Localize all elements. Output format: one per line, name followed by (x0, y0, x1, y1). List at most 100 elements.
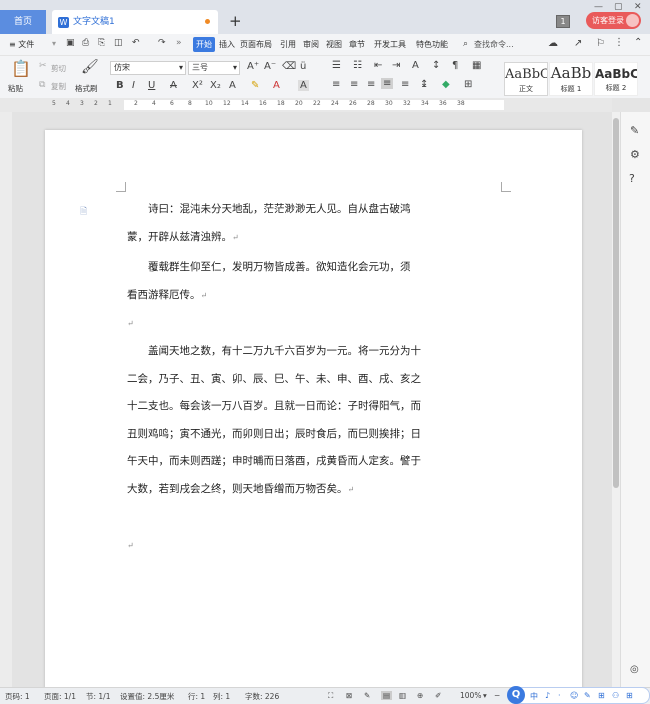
read-mode-icon[interactable]: ✐ (435, 691, 441, 700)
export-icon[interactable]: ⎙ (82, 38, 89, 48)
page-count[interactable]: 页面: 1/1 (44, 691, 76, 702)
increase-indent-icon[interactable]: ⇥ (392, 60, 400, 71)
page-number[interactable]: 页码: 1 (5, 691, 30, 702)
format-painter-label[interactable]: 格式刷 (75, 83, 98, 94)
italic-icon[interactable]: I (132, 80, 135, 91)
document-area[interactable]: 🗎 诗曰：混沌未分天地乱，茫茫渺渺无人见。自从盘古破鸿蒙，开辟从兹清浊辨。↵ 覆… (12, 112, 612, 687)
paragraph-5[interactable]: ↵ (127, 532, 419, 560)
paragraph-3[interactable]: ↵ (127, 310, 419, 338)
chinese-layout-icon[interactable]: A (412, 60, 419, 71)
cut-button-label[interactable]: 剪切 (51, 63, 66, 74)
ime-chinese-mode[interactable]: 中 (530, 691, 538, 702)
tab-document[interactable]: W 文字文稿1 (52, 10, 218, 34)
ime-emoji-icon[interactable]: ☺ (570, 691, 578, 700)
strikethrough-icon[interactable]: A (170, 80, 177, 91)
collapse-icon[interactable]: ⌃ (634, 37, 642, 48)
menu-chevron-icon[interactable]: ▾ (52, 39, 56, 48)
font-family-select[interactable]: 仿宋 ▾ (110, 61, 186, 75)
ime-tools-icon[interactable]: ⊞ (626, 691, 633, 700)
bullet-list-icon[interactable]: ☰ (332, 60, 341, 71)
paste-icon[interactable]: 📋 (11, 59, 31, 78)
globe-icon[interactable]: ⊕ (417, 691, 423, 700)
ime-keyboard-icon[interactable]: ⊞ (598, 691, 605, 700)
zoom-dropdown-icon[interactable]: ▾ (483, 691, 487, 700)
page-view-icon[interactable]: ▤ (381, 691, 393, 700)
menu-start[interactable]: 开始 (193, 37, 215, 52)
paragraph-1[interactable]: 诗曰：混沌未分天地乱，茫茫渺渺无人见。自从盘古破鸿蒙，开辟从兹清浊辨。↵ (127, 196, 419, 251)
web-layout-icon[interactable]: ⊠ (346, 691, 352, 700)
adjust-icon[interactable]: ⚙ (630, 148, 640, 161)
section-count[interactable]: 节: 1/1 (86, 691, 110, 702)
format-painter-icon[interactable]: 🖌 (81, 59, 99, 75)
menu-file[interactable]: ≡ 文件 (9, 39, 34, 50)
menu-review[interactable]: 审阅 (303, 39, 319, 50)
zoom-level[interactable]: 100% (460, 691, 481, 700)
font-size-select[interactable]: 三号 ▾ (188, 61, 240, 75)
horizontal-ruler[interactable]: 5 4 3 2 1 2 4 6 8 10 12 14 16 18 20 22 2… (0, 98, 612, 112)
style-heading-2[interactable]: AaBbC 标题 2 (594, 62, 638, 96)
superscript-icon[interactable]: X² (192, 80, 203, 91)
distribute-icon[interactable]: ≡ (401, 79, 409, 90)
justify-icon[interactable]: ≡ (381, 78, 394, 89)
font-color-icon[interactable]: A (273, 80, 280, 91)
ime-moon-icon[interactable]: ♪ (545, 691, 550, 700)
subscript-icon[interactable]: X₂ (210, 80, 221, 91)
highlight-icon[interactable]: ✎ (251, 80, 259, 91)
guest-login-button[interactable]: 访客登录 (586, 12, 641, 29)
menu-developer[interactable]: 开发工具 (374, 39, 406, 50)
text-effect-icon[interactable]: A (229, 80, 236, 91)
help-icon[interactable]: ? (629, 172, 635, 185)
edit-pen-icon[interactable]: ✎ (630, 124, 639, 137)
borders-icon[interactable]: ⊞ (464, 79, 472, 90)
cut-icon[interactable]: ✂ (39, 61, 47, 71)
border-icon[interactable]: ▦ (472, 60, 481, 71)
collab-icon[interactable]: ⚐ (596, 38, 605, 49)
redo-icon[interactable]: ↷ (158, 38, 166, 48)
decrease-indent-icon[interactable]: ⇤ (374, 60, 382, 71)
shrink-font-icon[interactable]: A⁻ (264, 61, 276, 72)
ime-toolbar[interactable]: Q 中 ♪ · ☺ ✎ ⊞ ⚇ ⊞ (507, 686, 650, 704)
word-count[interactable]: 字数: 226 (245, 691, 279, 702)
copy-icon[interactable]: ⧉ (39, 80, 45, 90)
paste-button-label[interactable]: 粘贴 (8, 83, 23, 94)
show-marks-icon[interactable]: ¶ (452, 60, 458, 71)
sort-icon[interactable]: ↕ (432, 60, 440, 71)
paragraph-icon[interactable]: 🗎 (80, 204, 87, 220)
save-icon[interactable]: ▣ (66, 38, 75, 48)
ime-skin-icon[interactable]: ⚇ (612, 691, 619, 700)
align-right-icon[interactable]: ≡ (367, 79, 375, 90)
copy-button-label[interactable]: 复制 (51, 81, 66, 92)
underline-icon[interactable]: U (148, 80, 155, 91)
search-icon[interactable]: ⌕ (463, 39, 468, 49)
menu-special[interactable]: 特色功能 (416, 39, 448, 50)
menu-insert[interactable]: 插入 (219, 39, 235, 50)
paragraph-4[interactable]: 盖闻天地之数，有十二万九千六百岁为一元。将一元分为十二会，乃子、丑、寅、卯、辰、… (127, 338, 423, 503)
zoom-out-icon[interactable]: − (494, 691, 500, 700)
paragraph-2[interactable]: 覆载群生仰至仁，发明万物皆成善。欲知造化会元功，须看西游释厄传。↵ (127, 254, 419, 309)
new-tab-button[interactable]: + (229, 12, 242, 30)
align-center-icon[interactable]: ≡ (350, 79, 358, 90)
close-button[interactable]: ✕ (634, 2, 642, 12)
shading-icon[interactable]: ◆ (442, 79, 450, 90)
align-left-icon[interactable]: ≡ (332, 79, 340, 90)
fullscreen-icon[interactable]: ⛶ (328, 691, 333, 701)
undo-icon[interactable]: ↶ (132, 38, 140, 48)
vertical-scrollbar[interactable] (612, 112, 620, 687)
window-count-badge[interactable]: 1 (556, 15, 570, 28)
phonetic-icon[interactable]: ü (300, 61, 306, 72)
maximize-button[interactable]: ▢ (614, 2, 623, 12)
cloud-icon[interactable]: ☁ (548, 38, 558, 49)
numbered-list-icon[interactable]: ☷ (353, 60, 362, 71)
document-page[interactable]: 🗎 诗曰：混沌未分天地乱，茫茫渺渺无人见。自从盘古破鸿蒙，开辟从兹清浊辨。↵ 覆… (45, 130, 582, 687)
outline-view-icon[interactable]: ▥ (399, 691, 406, 700)
style-normal[interactable]: AaBbCcDd 正文 (504, 62, 548, 96)
ime-logo-icon[interactable]: Q (507, 686, 525, 704)
menu-page-layout[interactable]: 页面布局 (240, 39, 272, 50)
char-shading-icon[interactable]: A (298, 80, 309, 91)
setting-value[interactable]: 设置值: 2.5厘米 (120, 691, 174, 702)
vertical-ruler[interactable] (0, 112, 12, 687)
minimize-button[interactable]: — (594, 2, 603, 12)
line-spacing-icon[interactable]: ↨ (420, 79, 428, 90)
command-search[interactable]: 查找命令... (474, 39, 514, 50)
menu-references[interactable]: 引用 (280, 39, 296, 50)
